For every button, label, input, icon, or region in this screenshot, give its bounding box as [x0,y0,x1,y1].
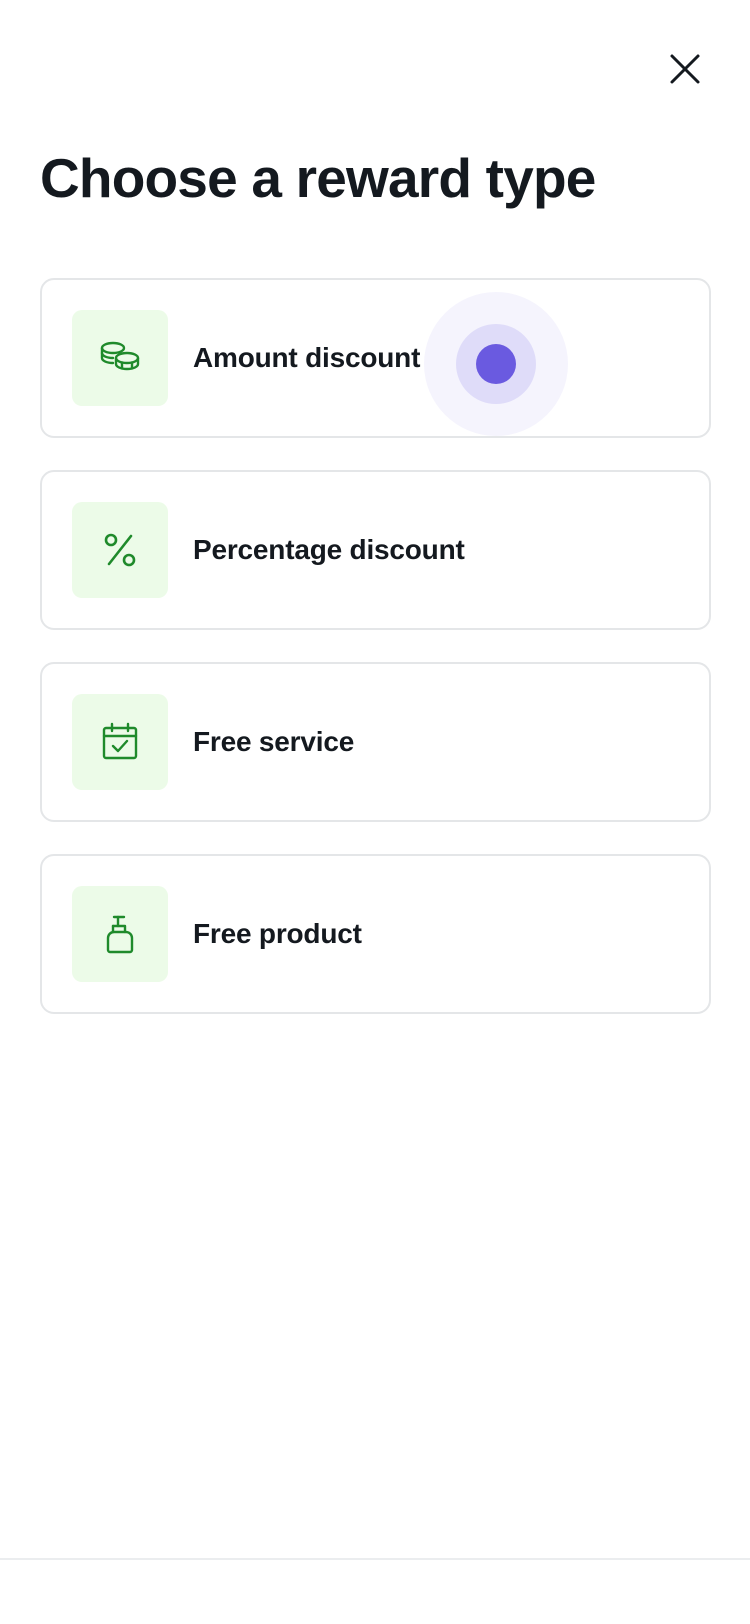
option-label: Free product [193,918,362,949]
option-free-product[interactable]: Free product [40,854,711,1014]
option-icon-tile [72,886,168,982]
page-title: Choose a reward type [40,147,596,209]
percent-icon [104,533,136,567]
coins-icon [100,341,140,371]
option-label: Amount discount [193,342,421,373]
option-percentage-discount[interactable]: Percentage discount [40,470,711,630]
close-icon [670,54,700,84]
calendar-check-icon [102,722,138,760]
option-label: Free service [193,726,355,757]
bottom-divider [0,1558,750,1560]
reward-type-list: Amount discount Percentage discount Free… [40,278,711,1046]
option-amount-discount[interactable]: Amount discount [40,278,711,438]
option-label: Percentage discount [193,534,465,565]
option-icon-tile [72,310,168,406]
close-button[interactable] [668,52,702,86]
pump-bottle-icon [106,915,134,954]
option-free-service[interactable]: Free service [40,662,711,822]
option-icon-tile [72,502,168,598]
option-icon-tile [72,694,168,790]
